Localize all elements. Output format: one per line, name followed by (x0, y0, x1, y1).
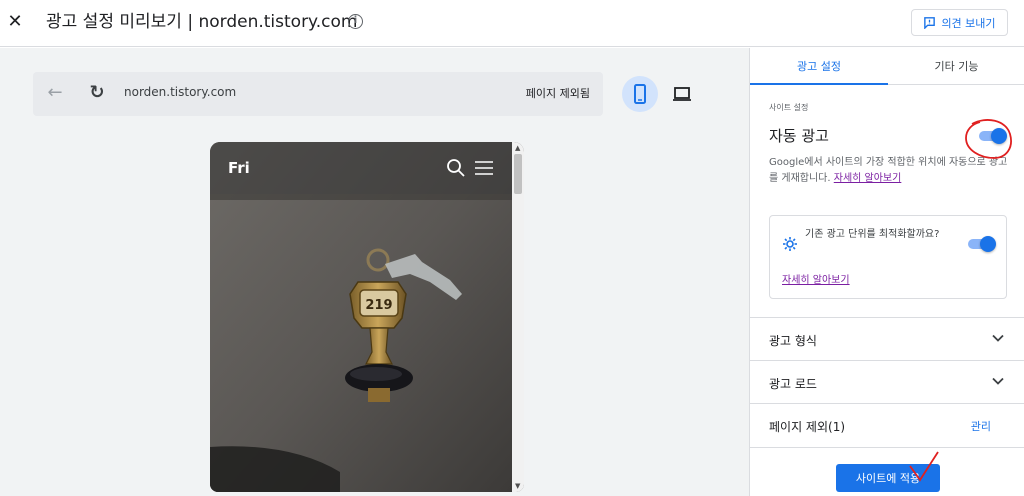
preview-url: norden.tistory.com (124, 85, 237, 99)
gear-sparkle-icon (783, 237, 797, 251)
close-icon[interactable]: ✕ (4, 10, 26, 34)
site-brand: Fri (228, 159, 250, 177)
info-icon[interactable]: i (348, 14, 363, 29)
auto-ads-learn-more-link[interactable]: 자세히 알아보기 (834, 173, 902, 184)
keytag-number: 219 (365, 298, 392, 313)
manage-exclusions-link[interactable]: 관리 (971, 418, 991, 434)
smartphone-icon (634, 84, 646, 104)
ad-formats-label: 광고 형식 (769, 334, 817, 348)
site-settings-label: 사이트 설정 (769, 103, 809, 112)
preview-url-bar: ← ↻ norden.tistory.com 페이지 제외됨 (33, 72, 603, 116)
optimize-existing-units-card: 기존 광고 단위를 최적화할까요? 자세히 알아보기 (769, 215, 1007, 299)
ad-formats-section[interactable]: 광고 형식 (750, 317, 1024, 360)
top-bar: ✕ 광고 설정 미리보기 | norden.tistory.com i 의견 보… (0, 0, 1024, 47)
auto-ads-toggle[interactable] (977, 128, 1007, 144)
page-exclusions-label: 페이지 제외(1) (769, 420, 846, 434)
page-title: 광고 설정 미리보기 | norden.tistory.com (46, 12, 358, 32)
auto-ads-description: Google에서 사이트의 가장 적합한 위치에 자동으로 광고를 게재합니다.… (769, 155, 1009, 187)
page-exclusions-section: 페이지 제외(1) 관리 (750, 403, 1024, 446)
chevron-down-icon (992, 334, 1004, 342)
mobile-device-button[interactable] (622, 76, 658, 112)
reload-icon[interactable]: ↻ (87, 83, 107, 103)
preview-scrollbar[interactable]: ▲ ▼ (512, 142, 524, 492)
site-header: Fri (210, 142, 512, 194)
feedback-label: 의견 보내기 (941, 16, 996, 30)
apply-to-site-button[interactable]: 사이트에 적용 (836, 464, 940, 492)
laptop-icon (673, 87, 691, 101)
toggle-knob (991, 128, 1007, 144)
chevron-down-icon (992, 377, 1004, 385)
site-hero-image: 219 (210, 142, 512, 492)
auto-ads-title: 자동 광고 (769, 127, 829, 145)
desktop-device-button[interactable] (664, 76, 700, 112)
optimize-learn-more-link[interactable]: 자세히 알아보기 (782, 271, 850, 286)
toggle-knob (980, 236, 996, 252)
optimize-question: 기존 광고 단위를 최적화할까요? (805, 229, 940, 240)
feedback-button[interactable]: 의견 보내기 (911, 9, 1008, 36)
back-arrow-icon[interactable]: ← (45, 83, 65, 103)
settings-tabs: 광고 설정 기타 기능 (750, 48, 1024, 85)
scroll-thumb[interactable] (514, 154, 522, 194)
preview-pane: ← ↻ norden.tistory.com 페이지 제외됨 219 Fri ▲… (0, 48, 749, 496)
search-icon[interactable] (446, 158, 466, 178)
tab-ad-settings[interactable]: 광고 설정 (750, 48, 888, 85)
panel-footer: 사이트에 적용 (750, 447, 1024, 496)
tab-other-features[interactable]: 기타 기능 (888, 48, 1024, 85)
ad-load-label: 광고 로드 (769, 377, 817, 391)
hamburger-menu-icon[interactable] (475, 160, 493, 176)
page-excluded-label[interactable]: 페이지 제외됨 (526, 85, 590, 101)
mobile-preview-frame: 219 Fri ▲ ▼ (210, 142, 524, 492)
scroll-up-arrow-icon[interactable]: ▲ (515, 144, 520, 152)
ad-load-section[interactable]: 광고 로드 (750, 360, 1024, 403)
settings-panel: 광고 설정 기타 기능 사이트 설정 자동 광고 Google에서 사이트의 가… (749, 48, 1024, 496)
scroll-down-arrow-icon[interactable]: ▼ (515, 482, 520, 490)
feedback-icon (924, 17, 936, 29)
optimize-toggle[interactable] (966, 236, 996, 252)
